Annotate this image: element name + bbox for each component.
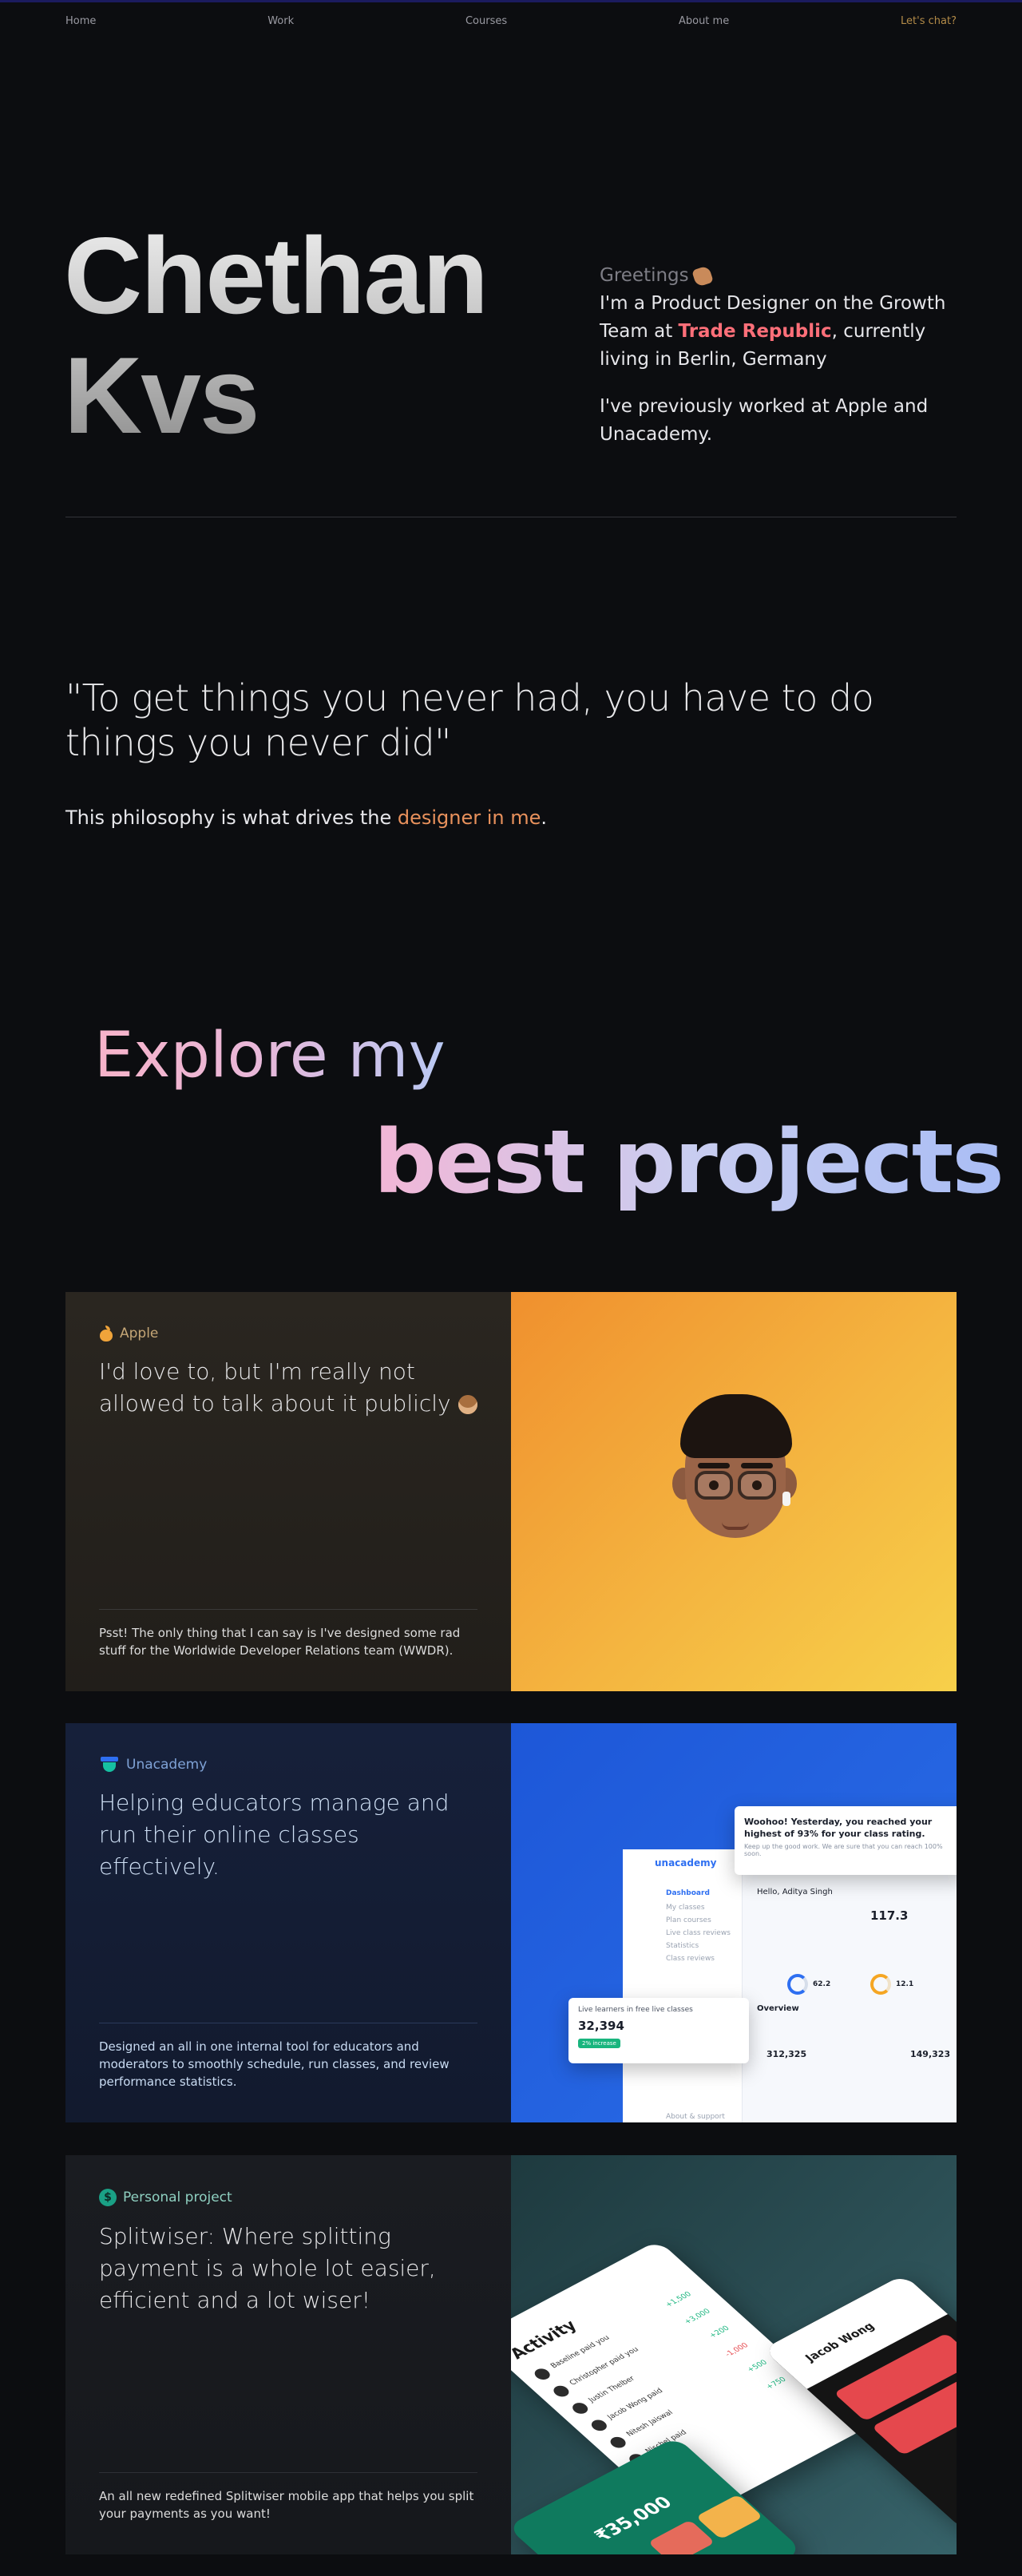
dashboard-number: 149,323	[910, 2049, 951, 2059]
dashboard-menu-item: Plan courses	[666, 1916, 711, 1924]
greeting: Greetings	[600, 262, 967, 290]
dashboard-number: 312,325	[766, 2049, 807, 2059]
projects-heading-line1: Explore my	[94, 1016, 446, 1096]
memoji-mouth	[722, 1522, 749, 1530]
philo-highlight: designer in me	[397, 806, 541, 829]
hero-name-last: Kvs	[64, 335, 259, 456]
project-headline: Splitwiser: Where splitting payment is a…	[99, 2223, 436, 2313]
philo-pre: This philosophy is what drives the	[65, 806, 398, 829]
activity-row-amount: +1,500	[664, 2290, 694, 2309]
waving-hand-icon	[691, 264, 714, 287]
avatar	[569, 2400, 592, 2416]
project-card-splitwiser[interactable]: $ Personal project Splitwiser: Where spl…	[65, 2155, 957, 2554]
dollar-icon: $	[99, 2189, 117, 2206]
memoji-eye	[709, 1480, 719, 1490]
dashboard-menu-item: Statistics	[666, 1942, 699, 1950]
hero-name-first: Chethan	[64, 215, 487, 336]
project-tag: Unacademy	[99, 1757, 477, 1773]
project-image-memoji	[511, 1292, 957, 1691]
top-accent-line	[0, 0, 1022, 2]
dashboard-sidebar: unacademy Dashboard My classes Plan cour…	[623, 1849, 743, 2122]
progress-ring	[870, 1974, 891, 1995]
greeting-text: Greetings	[600, 265, 689, 286]
project-headline-text: I'd love to, but I'm really not allowed …	[99, 1358, 451, 1417]
project-tag-label: Apple	[120, 1326, 159, 1342]
notification-card: Woohoo! Yesterday, you reached your high…	[735, 1806, 957, 1875]
progress-ring	[787, 1974, 808, 1995]
activity-row-amount: -1,000	[723, 2341, 751, 2359]
avatar	[607, 2435, 629, 2451]
philo-post: .	[541, 806, 548, 829]
live-learners-card: Live learners in free live classes 32,39…	[568, 1998, 749, 2063]
see-no-evil-monkey-icon	[458, 1395, 477, 1414]
memoji-avatar	[663, 1394, 806, 1562]
ring-value: 12.1	[896, 1980, 914, 1988]
dashboard-menu-item: Class reviews	[666, 1955, 715, 1963]
nav-courses-link[interactable]: Courses	[465, 15, 507, 27]
dashboard-menu-item: Dashboard	[666, 1889, 710, 1897]
activity-row-amount: +3,000	[683, 2308, 713, 2326]
live-learners-title: Live learners in free live classes	[578, 2006, 693, 2014]
project-card-text: Unacademy Helping educators manage and r…	[65, 1723, 511, 2122]
dashboard-menu-item: My classes	[666, 1904, 705, 1912]
hero-name: Chethan Kvs	[64, 216, 487, 455]
project-footnote: Designed an all in one internal tool for…	[99, 2023, 477, 2091]
project-image-dashboard: unacademy Dashboard My classes Plan cour…	[511, 1723, 957, 2122]
nav-chat-link[interactable]: Let's chat?	[901, 15, 957, 27]
top-nav: Home Work Courses About me Let's chat?	[65, 13, 957, 29]
project-headline: I'd love to, but I'm really not allowed …	[99, 1356, 477, 1420]
avatar	[588, 2417, 610, 2433]
project-card-apple[interactable]: Apple I'd love to, but I'm really not al…	[65, 1292, 957, 1691]
notification-title: Woohoo! Yesterday, you reached your high…	[744, 1817, 933, 1839]
apple-logo-icon	[99, 1326, 113, 1342]
project-card-text: $ Personal project Splitwiser: Where spl…	[65, 2155, 511, 2554]
project-headline: Helping educators manage and run their o…	[99, 1789, 450, 1880]
project-image-phones: Activity Baseline paid you +1,500 Christo…	[511, 2155, 957, 2554]
nav-about-link[interactable]: About me	[679, 15, 729, 27]
bio-previous-work: I've previously worked at Apple and Unac…	[600, 396, 929, 445]
dashboard-stat: 117.3	[870, 1908, 909, 1923]
project-tag: Apple	[99, 1326, 477, 1342]
ring-value: 62.2	[813, 1980, 831, 1988]
dashboard-menu-item: About & support	[666, 2113, 725, 2121]
dashboard-mockup: unacademy Dashboard My classes Plan cour…	[623, 1849, 957, 2122]
unacademy-logo-icon	[99, 1757, 120, 1773]
avatar	[531, 2366, 553, 2382]
activity-row-amount: +500	[745, 2359, 770, 2374]
philosophy-line: This philosophy is what drives the desig…	[65, 806, 547, 829]
activity-row-amount: +750	[764, 2376, 789, 2392]
nav-work-link[interactable]: Work	[267, 15, 294, 27]
philosophy-quote: "To get things you never had, you have t…	[65, 676, 874, 764]
project-footnote: An all new redefined Splitwiser mobile a…	[99, 2472, 477, 2522]
avatar	[550, 2384, 572, 2400]
live-learners-value: 32,394	[578, 2019, 624, 2033]
memoji-brow	[698, 1463, 730, 1468]
company-link[interactable]: Trade Republic	[679, 321, 832, 342]
memoji-brow	[741, 1463, 773, 1468]
project-card-text: Apple I'd love to, but I'm really not al…	[65, 1292, 511, 1691]
memoji-hair	[680, 1394, 792, 1458]
activity-row-amount: +200	[707, 2324, 732, 2340]
bio-paragraph: I'm a Product Designer on the Growth Tea…	[600, 290, 967, 374]
notification-subtitle: Keep up the good work. We are sure that …	[744, 1843, 943, 1857]
airpod-icon	[782, 1492, 790, 1506]
dashboard-overview-title: Overview	[757, 2004, 799, 2013]
project-tag-label: Unacademy	[126, 1757, 208, 1773]
live-learners-badge: 2% increase	[578, 2039, 620, 2048]
category-tile	[695, 2494, 763, 2540]
memoji-eye	[752, 1480, 762, 1490]
nav-home-link[interactable]: Home	[65, 15, 96, 27]
projects-heading-line2: best projects	[374, 1111, 1004, 1213]
dashboard-menu-item: Live class reviews	[666, 1929, 731, 1937]
dashboard-logo: unacademy	[655, 1857, 717, 1869]
hero-bio: Greetings I'm a Product Designer on the …	[600, 262, 967, 449]
project-card-unacademy[interactable]: Unacademy Helping educators manage and r…	[65, 1723, 957, 2122]
project-tag-label: Personal project	[123, 2190, 232, 2205]
project-footnote: Psst! The only thing that I can say is I…	[99, 1609, 477, 1659]
project-tag: $ Personal project	[99, 2189, 477, 2206]
dashboard-greeting: Hello, Aditya Singh	[757, 1888, 833, 1896]
